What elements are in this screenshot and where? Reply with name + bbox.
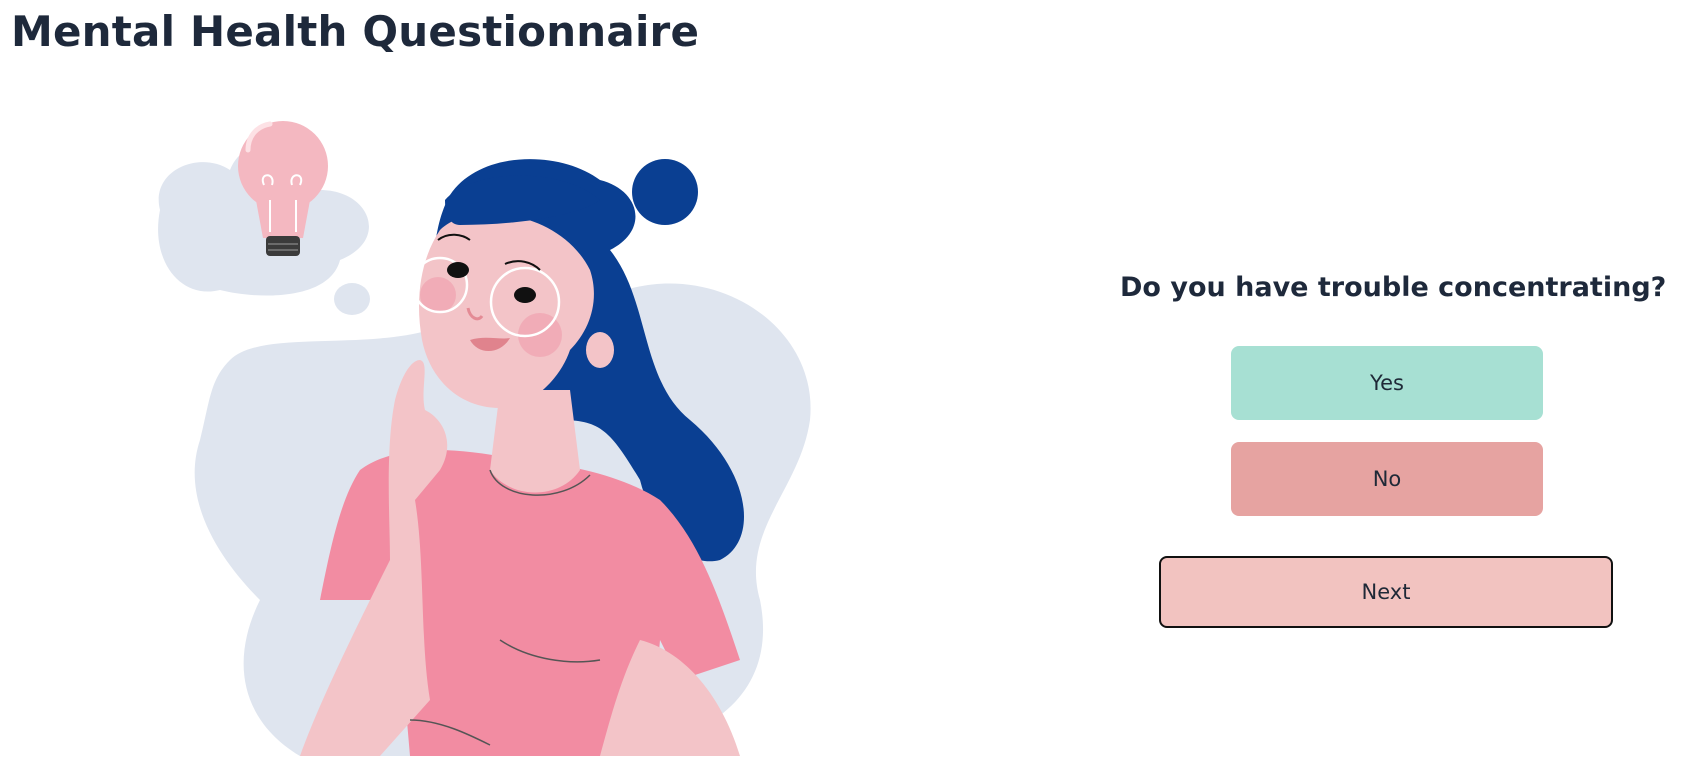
next-button[interactable]: Next bbox=[1159, 556, 1613, 628]
ear bbox=[586, 332, 614, 368]
hair-bun bbox=[632, 159, 698, 225]
page-title: Mental Health Questionnaire bbox=[11, 7, 700, 56]
no-button[interactable]: No bbox=[1231, 442, 1543, 516]
woman-thinking-illustration bbox=[0, 80, 900, 756]
question-text: Do you have trouble concentrating? bbox=[1120, 272, 1667, 303]
thought-bubble-dot bbox=[334, 283, 370, 315]
question-panel: Do you have trouble concentrating? Yes N… bbox=[1120, 250, 1667, 670]
yes-button[interactable]: Yes bbox=[1231, 346, 1543, 420]
